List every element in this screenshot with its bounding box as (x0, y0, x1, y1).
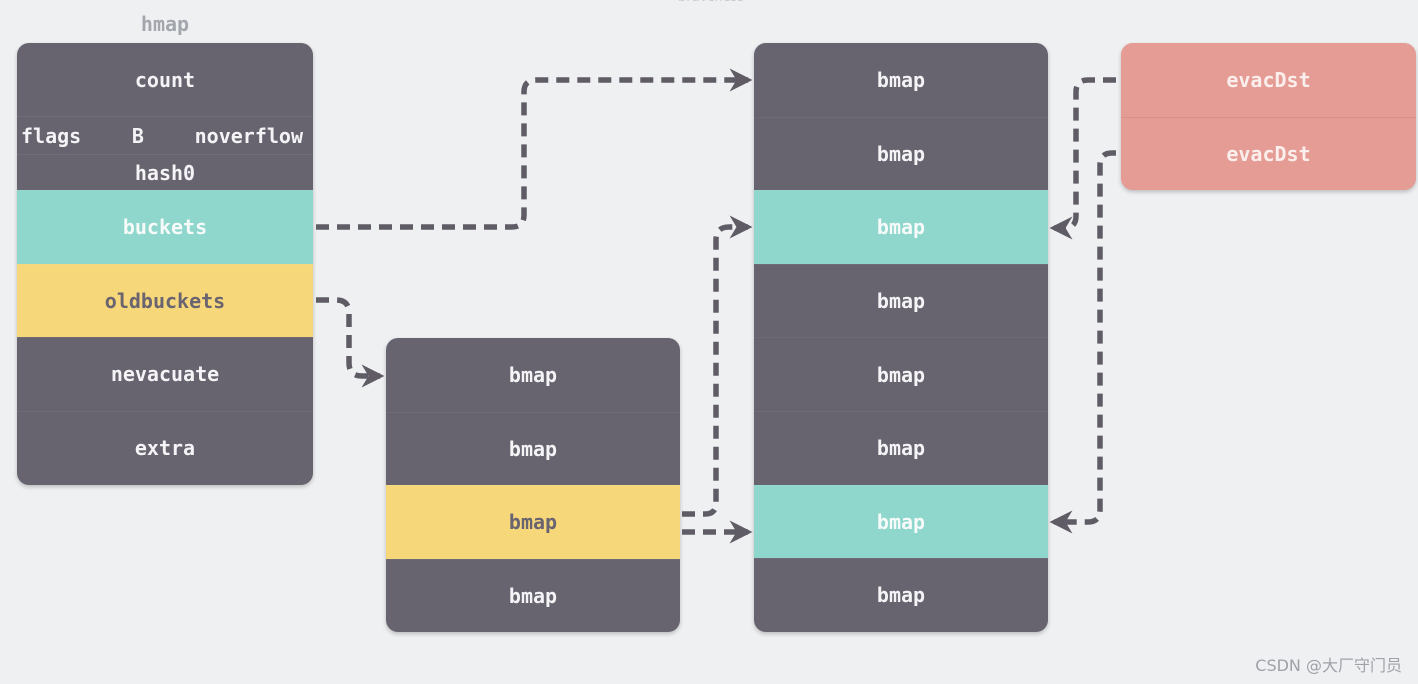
connector-layer (316, 68, 1116, 544)
arrow-old-to-new-x (682, 215, 753, 517)
arrow-evacdst-y (1049, 150, 1116, 534)
arrow-oldbuckets-to-old (316, 297, 385, 388)
watermark: CSDN @大厂守门员 (1255, 656, 1402, 675)
arrow-buckets-to-new (316, 68, 753, 230)
